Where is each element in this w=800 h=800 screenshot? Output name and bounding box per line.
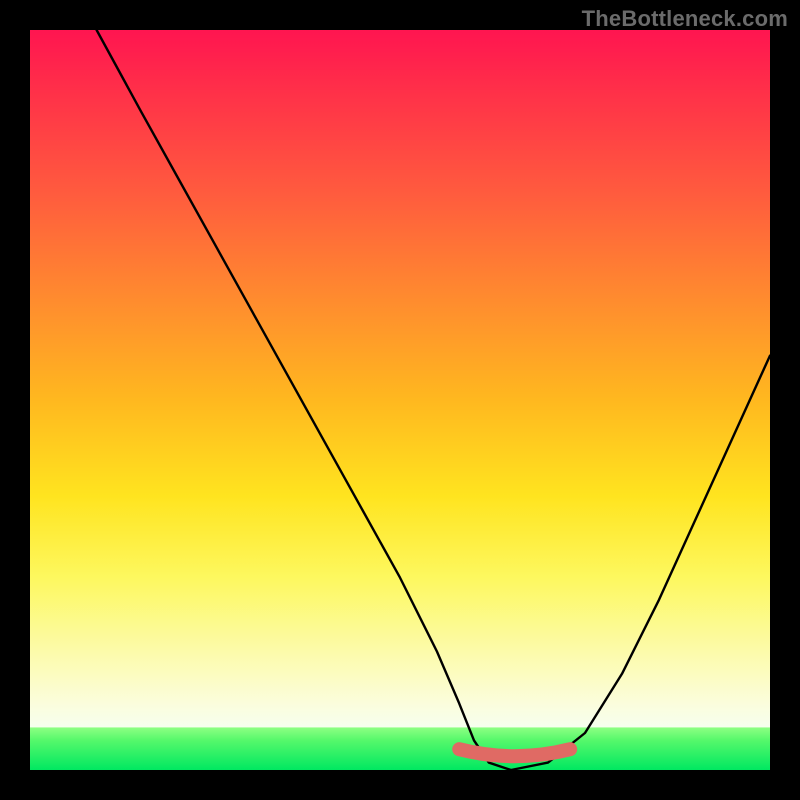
watermark-text: TheBottleneck.com	[582, 6, 788, 32]
trough-bar	[459, 749, 570, 756]
curve-layer	[30, 30, 770, 770]
plot-area	[30, 30, 770, 770]
bottleneck-curve	[97, 30, 770, 770]
chart-frame: TheBottleneck.com	[0, 0, 800, 800]
